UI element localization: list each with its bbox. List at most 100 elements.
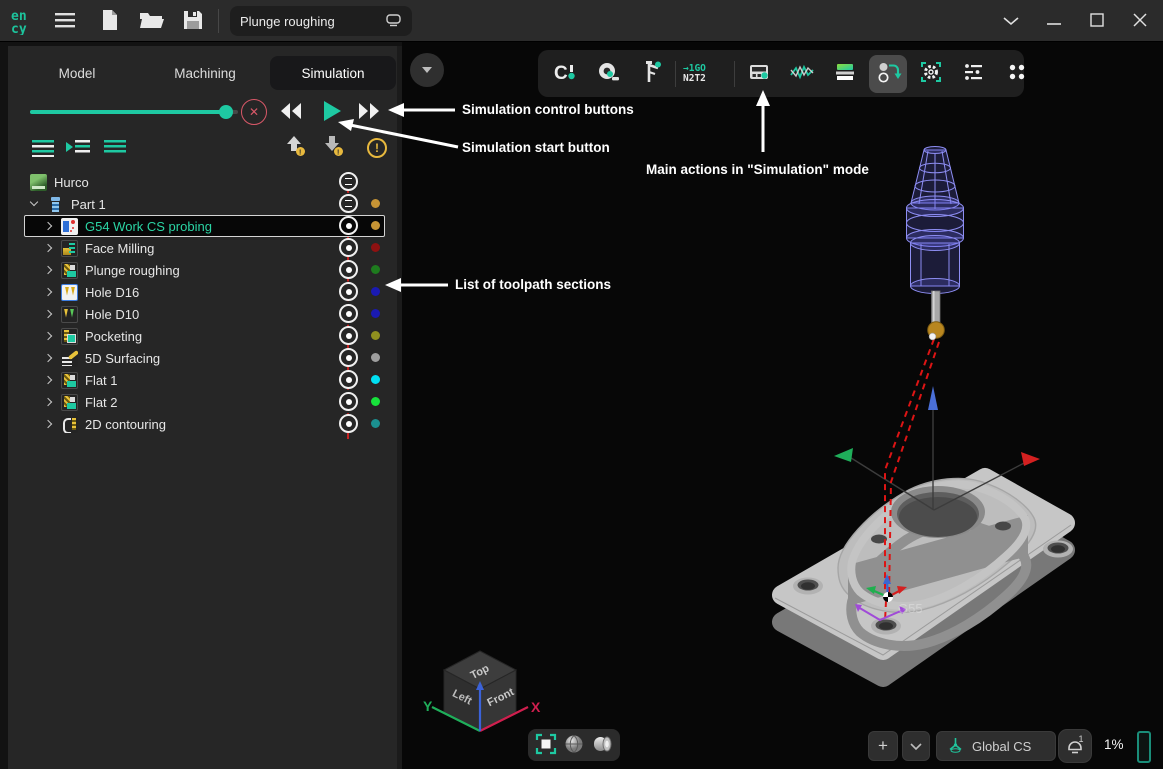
chevron-right-icon[interactable]: [42, 396, 54, 408]
tab-model[interactable]: Model: [22, 56, 132, 90]
toolpath-visibility-toggle[interactable]: [339, 304, 358, 323]
toolpath-visibility-toggle[interactable]: [339, 260, 358, 279]
tree-item-g54-probing[interactable]: G54 Work CS probing: [24, 215, 385, 237]
chevron-right-icon[interactable]: [42, 242, 54, 254]
chevron-right-icon[interactable]: [42, 308, 54, 320]
tree-item-pocketing[interactable]: Pocketing: [24, 325, 385, 347]
document-selector-dropdown[interactable]: Plunge roughing: [230, 6, 412, 36]
chevron-right-icon[interactable]: [42, 286, 54, 298]
tree-item-part1[interactable]: Part 1: [24, 193, 385, 215]
simulation-stop-button[interactable]: ✕: [241, 99, 267, 125]
chevron-right-icon[interactable]: [42, 352, 54, 364]
warnings-button[interactable]: !: [367, 138, 387, 158]
machined-part[interactable]: [402, 42, 1073, 677]
maximize-button[interactable]: [1081, 5, 1113, 37]
svg-text:!: !: [337, 149, 339, 156]
tree-item-hole-d10[interactable]: Hole D10: [24, 303, 385, 325]
tree-item-plunge-roughing[interactable]: Plunge roughing: [24, 259, 385, 281]
calculator-button[interactable]: [740, 55, 778, 93]
stock-button[interactable]: [826, 55, 864, 93]
toolpath-visibility-toggle[interactable]: [339, 216, 358, 235]
list-view-compact-button[interactable]: [104, 138, 130, 158]
cs-triad-icon: [947, 736, 964, 756]
minimize-button[interactable]: [1038, 5, 1070, 37]
close-window-button[interactable]: [1124, 5, 1156, 37]
open-file-button[interactable]: [135, 5, 167, 37]
item-menu-toggle[interactable]: [339, 194, 358, 213]
save-file-button[interactable]: [177, 5, 209, 37]
coordinate-system-selector[interactable]: Global CS: [936, 731, 1056, 761]
caliper-button[interactable]: [632, 55, 670, 93]
tree-item-hole-d16[interactable]: Hole D16: [24, 281, 385, 303]
toolpath-visibility-toggle[interactable]: [339, 414, 358, 433]
chevron-right-icon[interactable]: [42, 264, 54, 276]
tree-item-flat1[interactable]: Flat 1: [24, 369, 385, 391]
plus-icon: +: [878, 736, 888, 756]
notifications-button[interactable]: 1: [1058, 729, 1092, 763]
measure-tape-button[interactable]: [589, 55, 627, 93]
tree-item-hurco[interactable]: Hurco: [24, 171, 385, 193]
tree-item-label: Pocketing: [85, 329, 142, 344]
tree-item-label: Flat 1: [85, 373, 118, 388]
progress-battery-icon: [1137, 731, 1151, 763]
shading-mode-button[interactable]: [561, 732, 587, 758]
program-settings-button[interactable]: [955, 55, 993, 93]
list-view-current-button[interactable]: [66, 138, 92, 158]
new-file-button[interactable]: [94, 5, 126, 37]
calculator-icon: [745, 58, 773, 89]
probing-icon: [61, 218, 78, 235]
toolpath-visibility-toggle[interactable]: [339, 282, 358, 301]
svg-text:cy: cy: [11, 22, 27, 35]
simulation-rewind-button[interactable]: [277, 100, 305, 124]
list-view-all-button[interactable]: [32, 138, 58, 158]
probe-tip: [929, 333, 936, 340]
chevron-right-icon[interactable]: [42, 418, 54, 430]
toolpath-visibility-toggle[interactable]: [339, 392, 358, 411]
simulation-mode-button[interactable]: [869, 55, 907, 93]
move-down-warning-button[interactable]: !: [323, 136, 345, 158]
diagnostics-graph-button[interactable]: [783, 55, 821, 93]
machine-settings-button[interactable]: [912, 55, 950, 93]
apps-grid-button[interactable]: [998, 55, 1036, 93]
tree-item-5d-surfacing[interactable]: 5D Surfacing: [24, 347, 385, 369]
main-menu-button[interactable]: [49, 5, 81, 37]
item-menu-toggle[interactable]: [339, 172, 358, 191]
tab-machining[interactable]: Machining: [150, 56, 260, 90]
slider-thumb[interactable]: [219, 105, 233, 119]
add-cs-button[interactable]: +: [868, 731, 898, 761]
gcode-line2: N2T2: [683, 74, 706, 84]
toolpath-visibility-toggle[interactable]: [339, 238, 358, 257]
sliders-list-icon: [960, 58, 988, 89]
tree-item-face-milling[interactable]: Face Milling: [24, 237, 385, 259]
toolpath-visibility-toggle[interactable]: [339, 326, 358, 345]
simulation-progress-slider[interactable]: [30, 110, 238, 114]
collapse-window-button[interactable]: [995, 5, 1027, 37]
tree-item-2d-contouring[interactable]: 2D contouring: [24, 413, 385, 435]
simulation-loop-icon: [874, 58, 902, 89]
tab-simulation[interactable]: Simulation: [270, 56, 396, 90]
viewport-3d-scene[interactable]: G55: [402, 42, 1163, 769]
fit-view-button[interactable]: [533, 732, 559, 758]
chevron-right-icon[interactable]: [42, 374, 54, 386]
chevron-right-icon[interactable]: [42, 330, 54, 342]
arrow-down-warning-icon: !: [324, 135, 344, 160]
toolpath-visibility-toggle[interactable]: [339, 348, 358, 367]
tree-item-label: 2D contouring: [85, 417, 166, 432]
move-up-warning-button[interactable]: !: [285, 136, 307, 158]
panel-expander-button[interactable]: [410, 53, 444, 87]
chevron-down-icon[interactable]: [28, 198, 40, 210]
simulation-start-button[interactable]: [319, 99, 345, 125]
probe-tool[interactable]: [907, 147, 964, 294]
view-cube[interactable]: Top Left Front Y X: [423, 651, 541, 731]
flat-milling-icon: [61, 394, 78, 411]
cs-options-button[interactable]: [902, 731, 930, 761]
tree-item-flat2[interactable]: Flat 2: [24, 391, 385, 413]
gcode-button[interactable]: →1GO N2T2: [681, 55, 729, 93]
probe-tools-button[interactable]: C: [546, 55, 584, 93]
simulation-fast-forward-button[interactable]: [355, 100, 383, 124]
viewport-3d[interactable]: G55: [402, 42, 1163, 769]
pocketing-icon: [61, 328, 78, 345]
stock-view-button[interactable]: [589, 732, 615, 758]
toolpath-visibility-toggle[interactable]: [339, 370, 358, 389]
chevron-right-icon[interactable]: [42, 220, 54, 232]
